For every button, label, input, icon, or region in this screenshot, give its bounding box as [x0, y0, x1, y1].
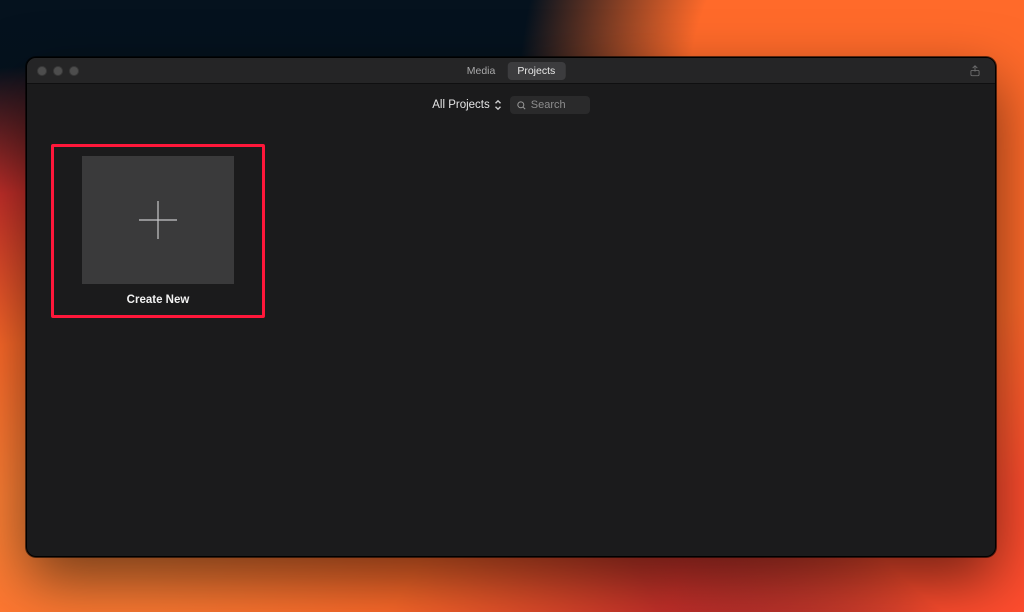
search-field[interactable]: [510, 96, 590, 114]
tab-media[interactable]: Media: [457, 62, 506, 80]
create-new-card[interactable]: Create New: [51, 144, 265, 318]
plus-icon: [135, 197, 181, 243]
share-icon: [968, 64, 982, 78]
projects-filter-label: All Projects: [432, 99, 490, 111]
filter-toolbar: All Projects: [27, 84, 995, 126]
tab-projects[interactable]: Projects: [507, 62, 565, 80]
projects-filter-dropdown[interactable]: All Projects: [432, 99, 502, 111]
minimize-dot[interactable]: [53, 66, 63, 76]
share-button[interactable]: [967, 63, 983, 79]
desktop-background: Media Projects All Projects: [0, 0, 1024, 612]
view-switcher: Media Projects: [457, 62, 566, 80]
traffic-lights: [37, 66, 79, 76]
close-dot[interactable]: [37, 66, 47, 76]
chevron-updown-icon: [494, 99, 502, 111]
create-new-card-inner: Create New: [63, 156, 253, 306]
window-titlebar: Media Projects: [27, 58, 995, 84]
zoom-dot[interactable]: [69, 66, 79, 76]
projects-grid: Create New: [27, 126, 995, 556]
create-new-thumbnail: [82, 156, 234, 284]
app-window: Media Projects All Projects: [26, 57, 996, 557]
create-new-label: Create New: [127, 294, 190, 306]
search-input[interactable]: [527, 99, 584, 111]
search-icon: [516, 100, 527, 111]
